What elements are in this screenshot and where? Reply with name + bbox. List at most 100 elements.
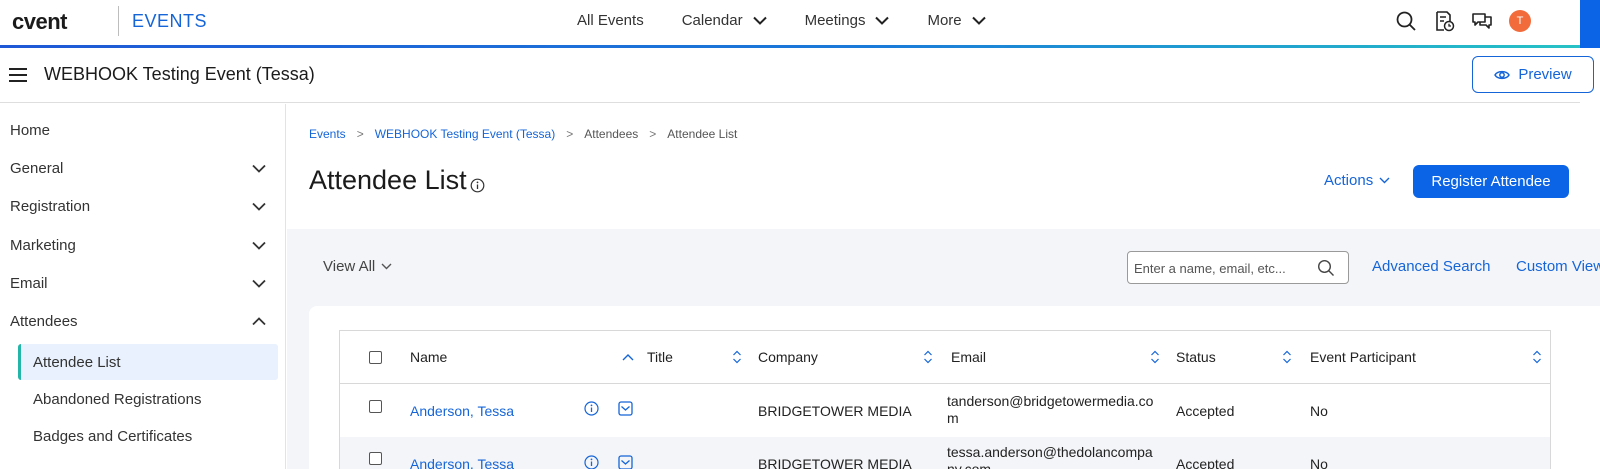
search-box <box>1127 251 1349 284</box>
sidebar-item-marketing[interactable]: Marketing <box>10 233 266 257</box>
sidebar-item-general[interactable]: General <box>10 156 266 180</box>
actions-dropdown[interactable]: Actions <box>1324 172 1390 189</box>
nav-more[interactable]: More <box>927 12 986 29</box>
column-header-event-participant[interactable]: Event Participant <box>1310 349 1416 365</box>
sidebar-item-attendees[interactable]: Attendees <box>10 309 266 333</box>
nav-label: More <box>927 12 962 29</box>
nav-label: Calendar <box>681 12 743 29</box>
nav-meetings[interactable]: Meetings <box>805 12 890 29</box>
brand-divider <box>118 6 119 36</box>
top-bar: cvent EVENTS All Events Calendar Meeting… <box>0 0 1600 48</box>
table-row: Anderson, Tessa BRIDGETOWER MEDIA tander… <box>340 384 1550 437</box>
sort-icon[interactable] <box>1282 350 1292 364</box>
attendee-company: BRIDGETOWER MEDIA <box>758 456 912 469</box>
row-checkbox[interactable] <box>369 400 382 413</box>
sidebar-subitem-label: Abandoned Registrations <box>33 390 202 408</box>
chevron-down-icon <box>971 16 986 25</box>
advanced-search-link[interactable]: Advanced Search <box>1372 258 1490 275</box>
attendee-email: tanderson@bridgetowermedia.com <box>947 393 1154 426</box>
sidebar-item-registration[interactable]: Registration <box>10 194 266 218</box>
attendee-event-participant: No <box>1310 403 1328 419</box>
email-icon[interactable] <box>618 401 633 416</box>
row-checkbox[interactable] <box>369 452 382 465</box>
column-header-name[interactable]: Name <box>410 349 447 365</box>
attendee-name-link[interactable]: Anderson, Tessa <box>410 403 514 419</box>
nav-label: All Events <box>577 12 644 29</box>
sort-ascending-icon[interactable] <box>622 353 634 361</box>
nav-label: Meetings <box>804 12 866 29</box>
column-header-status[interactable]: Status <box>1176 349 1216 365</box>
select-all-checkbox[interactable] <box>369 351 382 364</box>
sidebar-subitem-abandoned-registrations[interactable]: Abandoned Registrations <box>18 381 278 417</box>
breadcrumb: Events > WEBHOOK Testing Event (Tessa) >… <box>309 127 737 141</box>
sidebar-item-email[interactable]: Email <box>10 271 266 295</box>
breadcrumb-events[interactable]: Events <box>309 127 346 141</box>
view-all-label: View All <box>323 258 376 275</box>
chevron-up-icon <box>252 316 266 325</box>
sidebar: Home General Registration Marketing Emai… <box>0 104 286 469</box>
breadcrumb-separator: > <box>356 127 364 141</box>
event-doc-icon[interactable] <box>1433 10 1455 32</box>
search-icon[interactable] <box>1317 259 1335 277</box>
register-attendee-button[interactable]: Register Attendee <box>1413 165 1569 198</box>
sidebar-subitem-attendee-list[interactable]: Attendee List <box>18 344 278 380</box>
sort-icon[interactable] <box>1150 350 1160 364</box>
sidebar-item-label: Attendees <box>10 312 78 330</box>
column-header-company[interactable]: Company <box>758 349 818 365</box>
top-icons: T <box>1395 10 1531 32</box>
chevron-down-icon <box>875 16 890 25</box>
attendee-event-participant: No <box>1310 456 1328 469</box>
info-icon[interactable] <box>584 401 599 416</box>
breadcrumb-separator: > <box>649 127 657 141</box>
search-input[interactable] <box>1134 258 1314 278</box>
chevron-down-icon <box>252 279 266 288</box>
corner-accent <box>1580 0 1600 48</box>
custom-view-link[interactable]: Custom View <box>1516 258 1600 275</box>
eye-icon <box>1494 70 1511 79</box>
nav-calendar[interactable]: Calendar <box>682 12 767 29</box>
table-header: Name Title Company Email Status Event Pa… <box>340 331 1550 384</box>
chevron-down-icon <box>752 16 767 25</box>
sort-icon[interactable] <box>732 350 742 364</box>
info-icon[interactable] <box>584 455 599 469</box>
sidebar-subitem-label: Badges and Certificates <box>33 427 193 445</box>
breadcrumb-attendee-list: Attendee List <box>667 127 738 141</box>
page-title-wrap: Attendee List <box>309 165 485 196</box>
page-title: Attendee List <box>309 165 467 195</box>
actions-label: Actions <box>1324 172 1374 189</box>
chevron-down-icon <box>252 164 266 173</box>
sidebar-item-label: General <box>10 159 64 177</box>
nav-all-events[interactable]: All Events <box>577 12 644 29</box>
column-header-title[interactable]: Title <box>647 349 673 365</box>
top-nav: All Events Calendar Meetings More <box>577 12 1024 29</box>
user-avatar[interactable]: T <box>1509 10 1531 32</box>
chevron-down-icon <box>1379 177 1390 184</box>
preview-button[interactable]: Preview <box>1472 56 1594 93</box>
sidebar-subitem-label: Attendee List <box>33 353 121 371</box>
email-icon[interactable] <box>618 455 633 469</box>
hamburger-menu-icon[interactable] <box>9 68 27 82</box>
attendee-email: tessa.anderson@thedolancompany.com <box>947 444 1153 469</box>
breadcrumb-event[interactable]: WEBHOOK Testing Event (Tessa) <box>375 127 556 141</box>
attendee-name-link[interactable]: Anderson, Tessa <box>410 456 514 469</box>
view-all-dropdown[interactable]: View All <box>323 258 392 275</box>
sidebar-item-label: Marketing <box>10 236 76 254</box>
chevron-down-icon <box>252 202 266 211</box>
chevron-down-icon <box>381 263 392 270</box>
sidebar-item-home[interactable]: Home <box>10 118 266 142</box>
sidebar-item-label: Registration <box>10 197 91 215</box>
event-title: WEBHOOK Testing Event (Tessa) <box>44 64 315 84</box>
chat-icon[interactable] <box>1471 10 1493 32</box>
chevron-down-icon <box>252 241 266 250</box>
search-icon[interactable] <box>1395 10 1417 32</box>
event-header: WEBHOOK Testing Event (Tessa) Preview <box>0 48 1594 103</box>
info-icon[interactable] <box>470 178 485 193</box>
attendee-company: BRIDGETOWER MEDIA <box>758 403 912 419</box>
cvent-logo[interactable]: cvent <box>12 9 67 35</box>
sidebar-item-label: Email <box>10 274 48 292</box>
sidebar-subitem-badges-certificates[interactable]: Badges and Certificates <box>18 418 278 454</box>
sort-icon[interactable] <box>1532 350 1542 364</box>
column-header-email[interactable]: Email <box>951 349 986 365</box>
product-name[interactable]: EVENTS <box>132 11 207 32</box>
sort-icon[interactable] <box>923 350 933 364</box>
